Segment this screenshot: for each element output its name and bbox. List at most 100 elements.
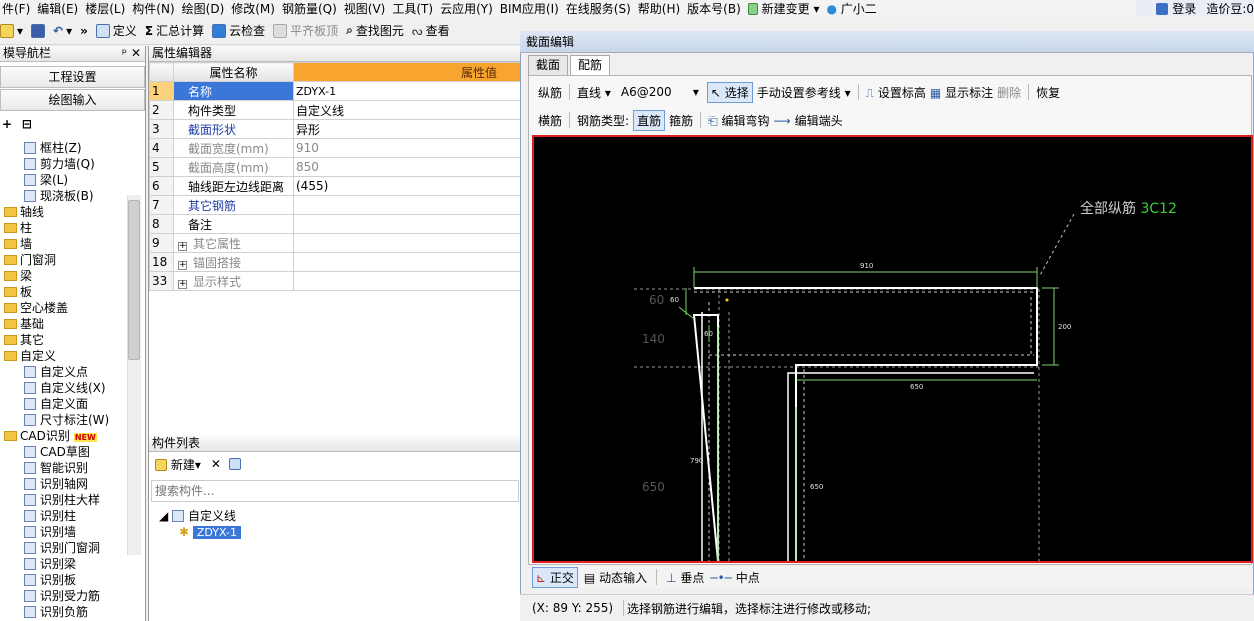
property-row[interactable]: 9 + 其它属性 — [149, 233, 522, 253]
nav-item[interactable]: 其它 — [0, 332, 128, 348]
copy-icon[interactable] — [228, 458, 241, 470]
menu-assistant[interactable]: ● 广小二 — [824, 0, 878, 17]
property-value[interactable] — [293, 214, 522, 234]
dim-label-200[interactable]: 200 — [1058, 323, 1071, 331]
expand-icon[interactable]: + — [178, 279, 187, 289]
manual-refline-button[interactable]: 手动设置参考线 ▾ — [757, 84, 851, 101]
nav-item[interactable]: 现浇板(B) — [0, 188, 128, 204]
menu-help[interactable]: 帮助(H) — [636, 0, 682, 17]
collapse-all-icon[interactable]: ⊟ — [22, 117, 32, 131]
menu-component[interactable]: 构件(N) — [130, 0, 176, 17]
straight-rebar-button[interactable]: 直筋 — [633, 109, 666, 131]
expand-icon[interactable]: + — [178, 260, 187, 270]
expand-all-icon[interactable]: + — [2, 117, 12, 131]
project-settings-button[interactable]: 工程设置 — [0, 66, 145, 88]
component-search-input[interactable] — [151, 480, 519, 502]
section-drawing[interactable]: 全部纵筋 3C12 910 60 200 60 650 790 650 60 1… — [534, 137, 1251, 561]
menu-bim[interactable]: BIM应用(I) — [498, 0, 561, 17]
edit-hook-button[interactable]: ⎗ 编辑弯钩 — [708, 112, 769, 129]
nav-item[interactable]: 剪力墙(Q) — [0, 156, 128, 172]
property-value[interactable]: 850 — [293, 157, 522, 177]
dim-label-60b[interactable]: 60 — [704, 330, 713, 338]
property-value[interactable]: 910 — [293, 138, 522, 158]
ortho-toggle[interactable]: ⊾ 正交 — [532, 566, 578, 588]
stirrup-button[interactable]: 箍筋 — [669, 112, 693, 129]
menu-version[interactable]: 版本号(B) — [685, 0, 743, 17]
property-row[interactable]: 5 截面高度(mm) 850 — [149, 157, 522, 177]
nav-item[interactable]: CAD识别 NEW — [0, 428, 128, 444]
pin-icon[interactable]: ᵖ — [122, 46, 127, 61]
set-elevation-button[interactable]: ⎍ 设置标高 — [866, 84, 926, 101]
menu-view[interactable]: 视图(V) — [342, 0, 388, 17]
property-row[interactable]: 1 名称 ZDYX-1 — [149, 81, 522, 101]
menu-new-change[interactable]: 新建变更 ▾ — [746, 0, 822, 17]
property-row[interactable]: 33 + 显示样式 — [149, 271, 522, 291]
line-type-select[interactable]: 直线 ▾ — [577, 84, 611, 101]
menu-floor[interactable]: 楼层(L) — [83, 0, 127, 17]
property-row[interactable]: 3 截面形状 异形 — [149, 119, 522, 139]
dim-label-910[interactable]: 910 — [860, 262, 873, 270]
property-value[interactable]: 自定义线 — [293, 100, 522, 120]
dim-label-650v[interactable]: 650 — [810, 483, 823, 491]
property-row[interactable]: 8 备注 — [149, 214, 522, 234]
dim-label-790[interactable]: 790 — [690, 457, 703, 465]
nav-item[interactable]: 梁 — [0, 268, 128, 284]
perpendicular-snap-toggle[interactable]: ⊥ 垂点 — [666, 569, 704, 586]
open-button[interactable]: ▾ — [0, 23, 23, 38]
section-canvas[interactable]: 全部纵筋 3C12 910 60 200 60 650 790 650 60 1… — [532, 135, 1253, 563]
nav-item[interactable]: 基础 — [0, 316, 128, 332]
close-icon[interactable]: ✕ — [131, 46, 141, 61]
property-row[interactable]: 7 其它钢筋 — [149, 195, 522, 215]
menu-modify[interactable]: 修改(M) — [229, 0, 277, 17]
property-value[interactable]: (455) — [293, 176, 522, 196]
nav-item[interactable]: 自定义线(X) — [0, 380, 128, 396]
rebar-point[interactable] — [725, 298, 729, 302]
tab-section[interactable]: 截面 — [528, 55, 569, 75]
tree-item-zdyx1[interactable]: ✱ ZDYX-1 — [159, 524, 241, 540]
nav-item[interactable]: 智能识别 — [0, 460, 128, 476]
section-outline[interactable] — [692, 287, 1038, 561]
new-component-button[interactable]: 新建▾ — [155, 456, 201, 473]
sum-button[interactable]: Σ 汇总计算 — [145, 22, 204, 39]
menu-tools[interactable]: 工具(T) — [390, 0, 435, 17]
nav-item[interactable]: 框柱(Z) — [0, 140, 128, 156]
edit-end-button[interactable]: ⟶ 编辑端头 — [774, 112, 843, 129]
property-value[interactable]: ZDYX-1 — [293, 81, 522, 101]
property-value[interactable] — [293, 233, 522, 253]
cloudcheck-button[interactable]: 云检查 — [212, 22, 265, 39]
callout-label[interactable]: 全部纵筋 3C12 — [1080, 200, 1177, 217]
nav-item[interactable]: 识别墙 — [0, 524, 128, 540]
more-chevron[interactable]: » — [80, 24, 88, 38]
nav-item[interactable]: 自定义面 — [0, 396, 128, 412]
dynamic-input-toggle[interactable]: ▤ 动态输入 — [584, 569, 647, 586]
property-value[interactable] — [293, 195, 522, 215]
menu-online[interactable]: 在线服务(S) — [564, 0, 633, 17]
property-row[interactable]: 6 轴线距左边线距离 (455) — [149, 176, 522, 196]
nav-item[interactable]: 识别轴网 — [0, 476, 128, 492]
find-button[interactable]: ⌕ 查找图元 — [346, 22, 404, 39]
property-value[interactable] — [293, 252, 522, 272]
cross-rebar-button[interactable]: 横筋 — [538, 112, 562, 129]
login-link[interactable]: 登录 — [1172, 0, 1196, 17]
property-row[interactable]: 4 截面宽度(mm) 910 — [149, 138, 522, 158]
long-rebar-button[interactable]: 纵筋 — [538, 84, 562, 101]
property-value[interactable] — [293, 271, 522, 291]
delete-button[interactable]: 删除 — [997, 84, 1021, 101]
menu-edit[interactable]: 编辑(E) — [35, 0, 80, 17]
nav-item[interactable]: 识别柱大样 — [0, 492, 128, 508]
dim-label-650[interactable]: 650 — [910, 383, 923, 391]
menu-file[interactable]: 件(F) — [0, 0, 32, 17]
save-button[interactable] — [31, 23, 46, 38]
show-dim-button[interactable]: ▦ 显示标注 — [930, 84, 993, 101]
nav-item[interactable]: 识别门窗洞 — [0, 540, 128, 556]
nav-item[interactable]: CAD草图 — [0, 444, 128, 460]
tree-root-custom-line[interactable]: ◢ 自定义线 — [159, 508, 241, 524]
restore-button[interactable]: 恢复 — [1036, 84, 1060, 101]
property-row[interactable]: 2 构件类型 自定义线 — [149, 100, 522, 120]
nav-item[interactable]: 尺寸标注(W) — [0, 412, 128, 428]
view-button[interactable]: ᔓ 查看 — [412, 22, 450, 39]
tab-rebar[interactable]: 配筋 — [570, 55, 611, 75]
menu-draw[interactable]: 绘图(D) — [180, 0, 227, 17]
nav-item[interactable]: 门窗洞 — [0, 252, 128, 268]
menu-cloud[interactable]: 云应用(Y) — [438, 0, 495, 17]
